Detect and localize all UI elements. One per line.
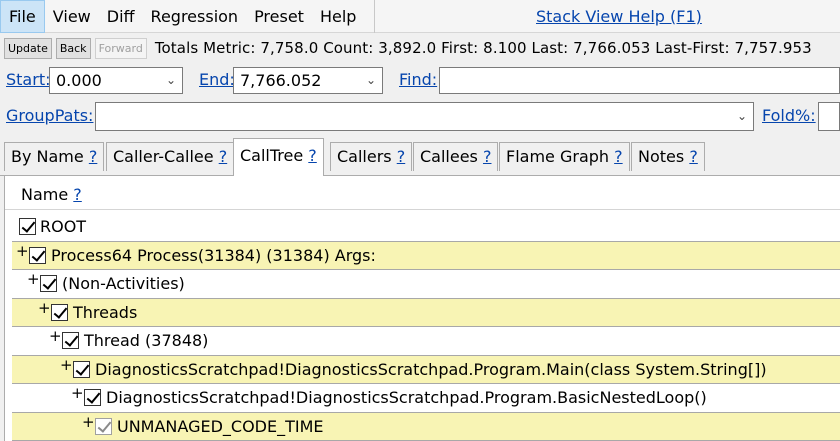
tree-row-process[interactable]: + Process64 Process(31384) (31384) Args: — [12, 241, 840, 270]
tree-row-non-activities[interactable]: + (Non-Activities) — [12, 270, 840, 299]
help-link[interactable]: ? — [614, 147, 623, 166]
tab-label: Notes — [638, 147, 685, 166]
toolbar: Update Back Forward Totals Metric: 7,758… — [0, 34, 840, 62]
menu-regression[interactable]: Regression — [143, 0, 247, 33]
checkbox-checked-icon[interactable] — [84, 389, 101, 406]
help-link[interactable]: ? — [219, 147, 228, 166]
tree-row-label: Threads — [73, 303, 138, 322]
help-link[interactable]: ? — [483, 147, 492, 166]
menu-file[interactable]: File — [0, 0, 45, 33]
help-link[interactable]: ? — [689, 147, 698, 166]
calltree-grid: Name ? ROOT + Process64 Process(31384) (… — [4, 176, 840, 441]
help-link[interactable]: ? — [89, 147, 98, 166]
tab-label: Caller-Callee — [113, 147, 214, 166]
checkbox-checked-icon[interactable] — [73, 361, 90, 378]
tab-notes[interactable]: Notes ? — [631, 142, 705, 171]
find-input[interactable] — [439, 67, 840, 94]
end-value: 7,766.052 — [240, 71, 322, 90]
find-label-link[interactable]: Find: — [399, 64, 437, 96]
start-combo[interactable]: 0.000 ⌄ — [49, 67, 183, 94]
totals-metric-text: Totals Metric: 7,758.0 Count: 3,892.0 Fi… — [154, 39, 812, 57]
tab-flame-graph[interactable]: Flame Graph ? — [499, 142, 630, 171]
checkbox-checked-icon[interactable] — [62, 332, 79, 349]
chevron-down-icon[interactable]: ⌄ — [737, 103, 747, 130]
tree-row-label: UNMANAGED_CODE_TIME — [117, 417, 324, 436]
tab-callees[interactable]: Callees ? — [413, 142, 499, 171]
tab-calltree[interactable]: CallTree ? — [233, 138, 324, 176]
tree-row-unmanaged-code-time[interactable]: + UNMANAGED_CODE_TIME — [12, 412, 840, 441]
checkbox-checked-icon[interactable] — [29, 247, 46, 264]
tab-by-name[interactable]: By Name ? — [4, 142, 105, 171]
tree-row-label: Process64 Process(31384) (31384) Args: — [51, 246, 376, 265]
menu-separator — [374, 0, 376, 33]
tree-row-label: (Non-Activities) — [62, 274, 185, 293]
menu-diff[interactable]: Diff — [99, 0, 143, 33]
expand-icon[interactable]: + — [16, 237, 29, 265]
tree-row-basic-nested-loop[interactable]: + DiagnosticsScratchpad!DiagnosticsScrat… — [12, 384, 840, 413]
fold-input[interactable] — [818, 102, 840, 131]
tree-row-threads[interactable]: + Threads — [12, 298, 840, 327]
tab-label: CallTree — [240, 146, 304, 165]
menu-help[interactable]: Help — [312, 0, 364, 33]
forward-button[interactable]: Forward — [94, 37, 147, 59]
checkbox-checked-icon[interactable] — [95, 418, 112, 435]
tree-row-thread[interactable]: + Thread (37848) — [12, 327, 840, 356]
expand-icon[interactable]: + — [71, 379, 84, 407]
fold-label-link[interactable]: Fold%: — [762, 100, 816, 132]
stack-view-help-link[interactable]: Stack View Help (F1) — [536, 0, 702, 33]
start-label-link[interactable]: Start: — [6, 64, 50, 96]
tree-row-label: DiagnosticsScratchpad!DiagnosticsScratch… — [95, 360, 767, 379]
tree-row-main[interactable]: + DiagnosticsScratchpad!DiagnosticsScrat… — [12, 355, 840, 384]
tree-row-label: DiagnosticsScratchpad!DiagnosticsScratch… — [106, 388, 707, 407]
menu-view[interactable]: View — [45, 0, 99, 33]
tab-label: By Name — [11, 147, 84, 166]
tree-row-label: ROOT — [40, 217, 87, 236]
help-link[interactable]: ? — [308, 146, 317, 165]
tab-strip: By Name ? Caller-Callee ? CallTree ? Cal… — [0, 138, 840, 176]
tree-row-label: Thread (37848) — [84, 331, 209, 350]
expand-icon[interactable]: + — [38, 294, 51, 322]
grouppats-label-link[interactable]: GroupPats: — [6, 100, 93, 132]
tab-callers[interactable]: Callers ? — [330, 142, 413, 171]
column-header-name[interactable]: Name ? — [5, 176, 840, 210]
checkbox-checked-icon[interactable] — [19, 218, 36, 235]
tree-row-root[interactable]: ROOT — [12, 213, 840, 242]
tab-label: Callers — [337, 147, 392, 166]
help-link[interactable]: ? — [397, 147, 406, 166]
checkbox-checked-icon[interactable] — [40, 275, 57, 292]
start-value: 0.000 — [56, 71, 102, 90]
expand-icon[interactable]: + — [49, 322, 62, 350]
end-combo[interactable]: 7,766.052 ⌄ — [233, 67, 383, 94]
range-row: Start: 0.000 ⌄ End: 7,766.052 ⌄ Find: — [0, 64, 840, 96]
tab-label: Flame Graph — [506, 147, 610, 166]
chevron-down-icon[interactable]: ⌄ — [366, 68, 376, 93]
column-header-label: Name — [21, 185, 69, 204]
tab-label: Callees — [420, 147, 478, 166]
chevron-down-icon[interactable]: ⌄ — [166, 68, 176, 93]
tab-caller-callee[interactable]: Caller-Callee ? — [106, 142, 235, 171]
help-link[interactable]: ? — [73, 185, 82, 204]
checkbox-checked-icon[interactable] — [51, 304, 68, 321]
expand-icon[interactable]: + — [60, 351, 73, 379]
back-button[interactable]: Back — [55, 37, 91, 59]
group-row: GroupPats: ⌄ Fold%: — [0, 99, 840, 133]
grouppats-combo[interactable]: ⌄ — [95, 102, 754, 131]
expand-icon[interactable]: + — [82, 408, 95, 436]
menu-bar: File View Diff Regression Preset Help — [0, 0, 840, 33]
end-label-link[interactable]: End: — [199, 64, 235, 96]
menu-preset[interactable]: Preset — [246, 0, 312, 33]
update-button[interactable]: Update — [4, 37, 52, 59]
expand-icon[interactable]: + — [27, 265, 40, 293]
